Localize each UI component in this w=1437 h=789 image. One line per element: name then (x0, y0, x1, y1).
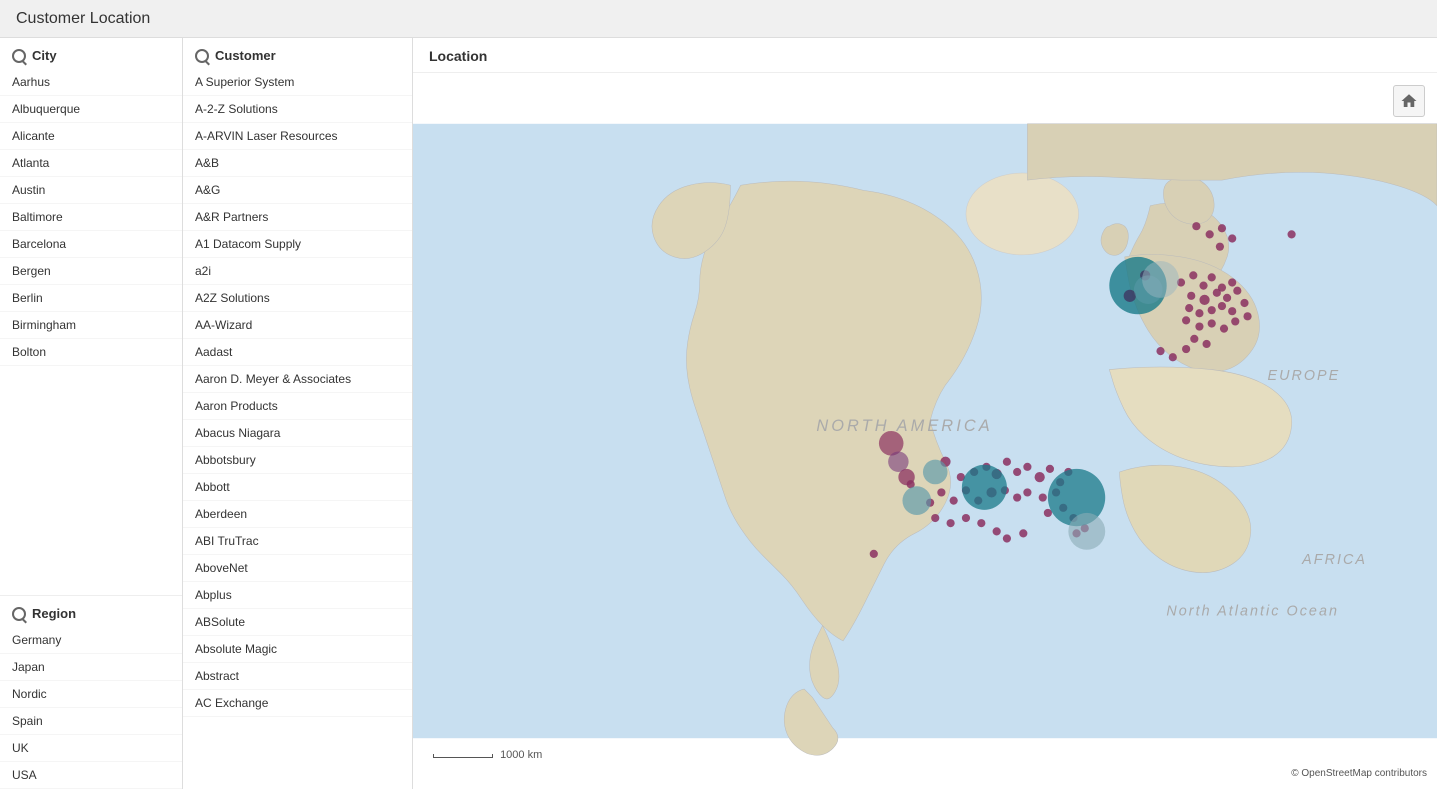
svg-text:North Atlantic Ocean: North Atlantic Ocean (1166, 603, 1339, 619)
list-item[interactable]: A1 Datacom Supply (183, 231, 412, 258)
list-item[interactable]: Spain (0, 708, 182, 735)
list-item[interactable]: ABI TruTrac (183, 528, 412, 555)
page-title: Customer Location (16, 10, 150, 28)
list-item[interactable]: AA-Wizard (183, 312, 412, 339)
list-item[interactable]: ABSolute (183, 609, 412, 636)
left-panel: City AarhusAlbuquerqueAlicanteAtlantaAus… (0, 38, 183, 789)
region-section: Region GermanyJapanNordicSpainUKUSA (0, 596, 182, 789)
map-container[interactable]: NORTH AMERICA North Atlantic Ocean EUROP… (413, 73, 1437, 789)
region-section-header: Region (0, 596, 182, 627)
list-item[interactable]: Abplus (183, 582, 412, 609)
customer-section-header: Customer (183, 38, 412, 69)
list-item[interactable]: A-ARVIN Laser Resources (183, 123, 412, 150)
region-list[interactable]: GermanyJapanNordicSpainUKUSA (0, 627, 182, 789)
location-panel: Location (413, 38, 1437, 789)
home-button[interactable] (1393, 85, 1425, 117)
home-icon (1400, 92, 1418, 110)
list-item[interactable]: A&G (183, 177, 412, 204)
list-item[interactable]: Bolton (0, 339, 182, 366)
list-item[interactable]: A-2-Z Solutions (183, 96, 412, 123)
list-item[interactable]: UK (0, 735, 182, 762)
scale-label: 1000 km (500, 749, 542, 761)
list-item[interactable]: Aarhus (0, 69, 182, 96)
map-scale: 1000 km (433, 749, 542, 761)
list-item[interactable]: A&R Partners (183, 204, 412, 231)
list-item[interactable]: Austin (0, 177, 182, 204)
list-item[interactable]: Abbott (183, 474, 412, 501)
location-label: Location (429, 48, 487, 64)
city-search-icon (12, 49, 26, 63)
list-item[interactable]: Japan (0, 654, 182, 681)
list-item[interactable]: Atlanta (0, 150, 182, 177)
city-label: City (32, 48, 57, 63)
customer-search-icon (195, 49, 209, 63)
list-item[interactable]: A Superior System (183, 69, 412, 96)
list-item[interactable]: Germany (0, 627, 182, 654)
main-container: City AarhusAlbuquerqueAlicanteAtlantaAus… (0, 38, 1437, 789)
list-item[interactable]: Alicante (0, 123, 182, 150)
list-item[interactable]: A2Z Solutions (183, 285, 412, 312)
list-item[interactable]: Barcelona (0, 231, 182, 258)
list-item[interactable]: Aberdeen (183, 501, 412, 528)
scale-bar (433, 754, 493, 758)
list-item[interactable]: Abbotsbury (183, 447, 412, 474)
region-label: Region (32, 606, 76, 621)
world-map: NORTH AMERICA North Atlantic Ocean EUROP… (413, 73, 1437, 789)
app-header: Customer Location (0, 0, 1437, 38)
svg-text:EUROPE: EUROPE (1267, 368, 1340, 384)
list-item[interactable]: A&B (183, 150, 412, 177)
svg-text:AFRICA: AFRICA (1301, 552, 1367, 568)
customer-label: Customer (215, 48, 276, 63)
list-item[interactable]: USA (0, 762, 182, 789)
list-item[interactable]: Abstract (183, 663, 412, 690)
list-item[interactable]: Bergen (0, 258, 182, 285)
list-item[interactable]: Abacus Niagara (183, 420, 412, 447)
customer-list[interactable]: A Superior SystemA-2-Z SolutionsA-ARVIN … (183, 69, 412, 789)
list-item[interactable]: Aadast (183, 339, 412, 366)
list-item[interactable]: Albuquerque (0, 96, 182, 123)
list-item[interactable]: a2i (183, 258, 412, 285)
map-attribution: © OpenStreetMap contributors (1291, 768, 1427, 779)
location-header: Location (413, 38, 1437, 73)
list-item[interactable]: Aaron Products (183, 393, 412, 420)
svg-text:NORTH AMERICA: NORTH AMERICA (816, 417, 992, 435)
list-item[interactable]: AC Exchange (183, 690, 412, 717)
list-item[interactable]: Baltimore (0, 204, 182, 231)
city-list[interactable]: AarhusAlbuquerqueAlicanteAtlantaAustinBa… (0, 69, 182, 596)
list-item[interactable]: Aaron D. Meyer & Associates (183, 366, 412, 393)
list-item[interactable]: AboveNet (183, 555, 412, 582)
list-item[interactable]: Absolute Magic (183, 636, 412, 663)
list-item[interactable]: Nordic (0, 681, 182, 708)
region-search-icon (12, 607, 26, 621)
city-section-header: City (0, 38, 182, 69)
customer-panel: Customer A Superior SystemA-2-Z Solution… (183, 38, 413, 789)
list-item[interactable]: Birmingham (0, 312, 182, 339)
attribution-text: © OpenStreetMap contributors (1291, 768, 1427, 779)
list-item[interactable]: Berlin (0, 285, 182, 312)
